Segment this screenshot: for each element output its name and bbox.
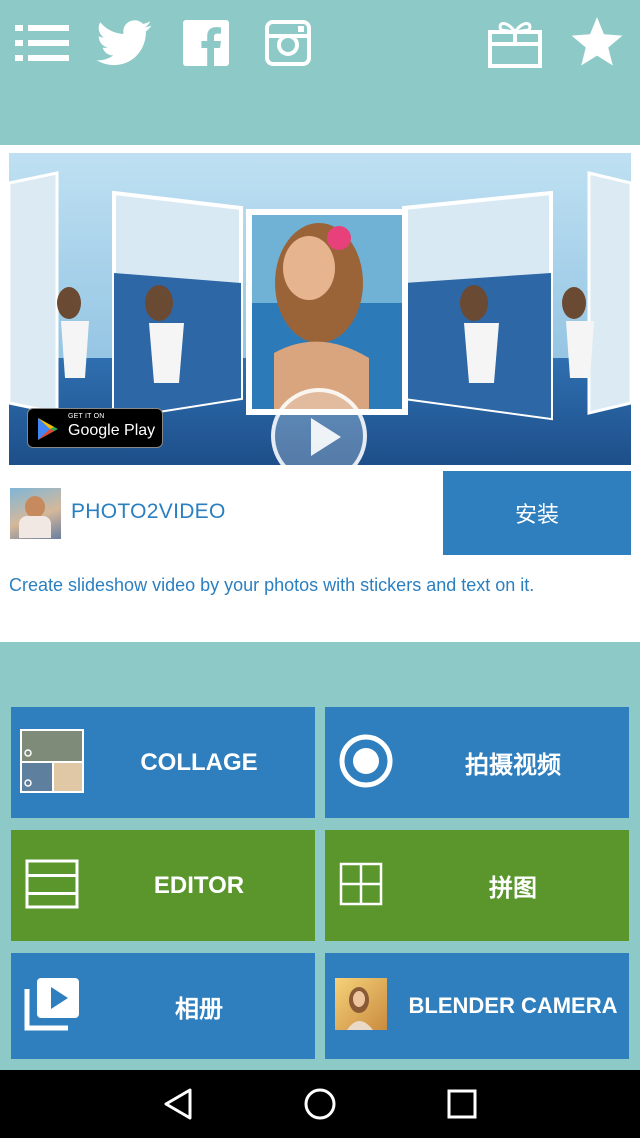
install-button[interactable]: 安装 xyxy=(443,471,631,555)
record-video-label: 拍摄视频 xyxy=(465,752,561,779)
recents-icon[interactable] xyxy=(444,1086,480,1122)
video-library-icon xyxy=(24,977,80,1035)
album-button[interactable]: 相册 xyxy=(11,953,315,1059)
grid-icon xyxy=(339,862,383,910)
app-name[interactable]: PHOTO2VIDEO xyxy=(71,500,226,524)
collage-label: COLLAGE xyxy=(140,748,258,776)
top-toolbar xyxy=(0,0,640,145)
home-icon[interactable] xyxy=(302,1086,338,1122)
puzzle-button[interactable]: 拼图 xyxy=(325,830,629,941)
album-label: 相册 xyxy=(175,995,223,1023)
editor-label: EDITOR xyxy=(153,871,245,899)
star-icon[interactable] xyxy=(568,14,626,72)
ad-card: GET IT ON Google Play PHOTO2VIDEO 安装 Cre… xyxy=(0,145,640,642)
blender-camera-thumbnail-icon xyxy=(335,978,387,1034)
ad-banner-image[interactable]: GET IT ON Google Play xyxy=(9,153,631,465)
badge-small-text: GET IT ON xyxy=(68,413,105,420)
blender-camera-label: BLENDER CAMERA xyxy=(408,993,618,1018)
app-thumbnail xyxy=(10,488,61,539)
back-icon[interactable] xyxy=(160,1086,196,1122)
badge-big-text: Google Play xyxy=(68,422,156,439)
app-description: Create slideshow video by your photos wi… xyxy=(9,575,535,595)
record-icon xyxy=(339,734,393,792)
editor-icon xyxy=(25,859,79,913)
google-play-badge[interactable]: GET IT ON Google Play xyxy=(27,408,163,448)
puzzle-label: 拼图 xyxy=(489,875,537,902)
facebook-icon[interactable] xyxy=(177,14,235,72)
editor-button[interactable]: EDITOR xyxy=(11,830,315,941)
gift-icon[interactable] xyxy=(486,14,544,72)
instagram-icon[interactable] xyxy=(259,14,317,72)
record-video-button[interactable]: 拍摄视频 xyxy=(325,707,629,818)
menu-icon[interactable] xyxy=(13,14,71,72)
system-navigation-bar xyxy=(0,1070,640,1138)
collage-button[interactable]: COLLAGE xyxy=(11,707,315,818)
blender-camera-button[interactable]: BLENDER CAMERA xyxy=(325,953,629,1059)
collage-thumbnail-icon xyxy=(20,728,84,797)
twitter-icon[interactable] xyxy=(95,14,153,72)
